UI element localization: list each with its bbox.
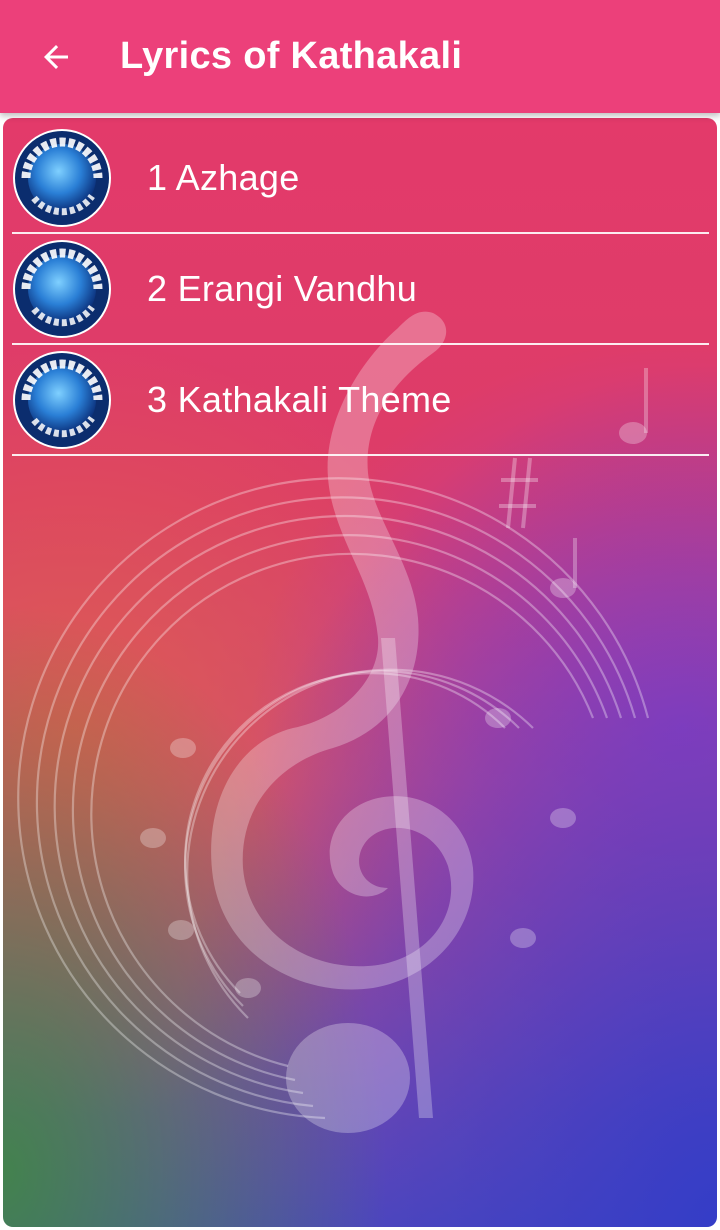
song-title: 2 Erangi Vandhu (147, 267, 418, 309)
list-item[interactable]: 1 Azhage (12, 123, 709, 234)
app-screen: Lyrics of Kathakali 1 Azhage 2 Erangi Va… (0, 0, 720, 1230)
app-toolbar: Lyrics of Kathakali (0, 0, 720, 113)
list-item[interactable]: 2 Erangi Vandhu (12, 234, 709, 345)
arrow-left-icon (44, 44, 68, 69)
list-item[interactable]: 3 Kathakali Theme (12, 345, 709, 456)
song-title: 1 Azhage (147, 156, 300, 198)
kathakali-songs-lyrics-logo-icon (13, 239, 111, 338)
toolbar-title: Lyrics of Kathakali (120, 35, 463, 77)
song-list-panel: 1 Azhage 2 Erangi Vandhu 3 Kathakali The… (3, 118, 717, 1227)
kathakali-songs-lyrics-logo-icon (13, 128, 111, 227)
back-button[interactable] (28, 29, 84, 85)
song-title: 3 Kathakali Theme (147, 378, 452, 420)
kathakali-songs-lyrics-logo-icon (13, 350, 111, 449)
song-list: 1 Azhage 2 Erangi Vandhu 3 Kathakali The… (12, 123, 709, 456)
